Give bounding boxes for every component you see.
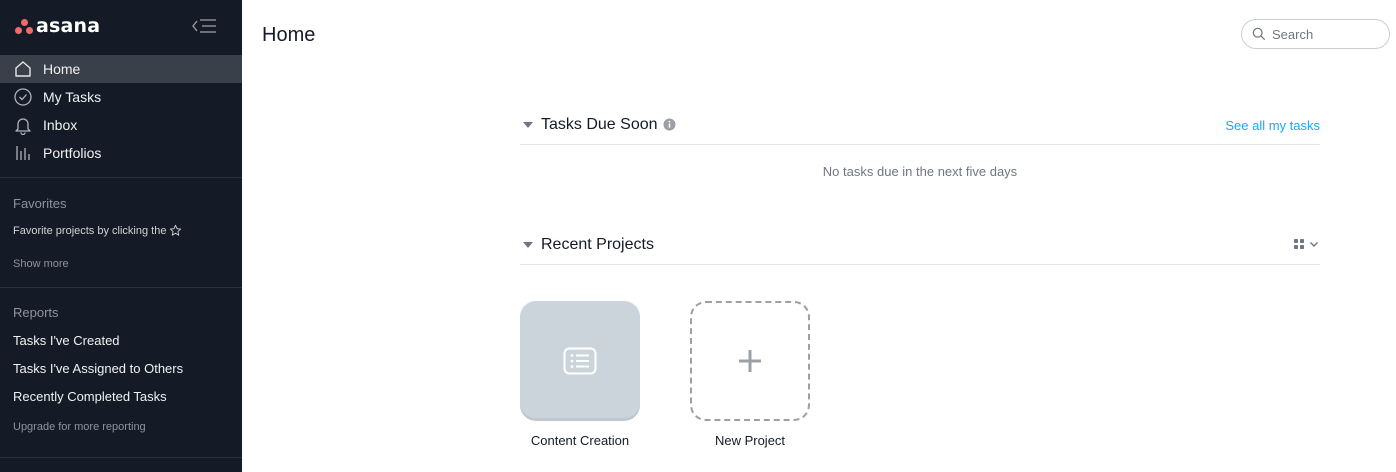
tasks-due-soon-header: Tasks Due Soon See all my tasks	[520, 105, 1320, 145]
plus-icon	[739, 350, 761, 372]
collapse-triangle-icon[interactable]	[523, 121, 533, 128]
collapse-triangle-icon[interactable]	[523, 241, 533, 248]
sidebar-item-label: Portfolios	[43, 145, 102, 161]
brand-name: asana	[36, 15, 101, 37]
section-title: Tasks Due Soon	[541, 115, 658, 133]
search-box[interactable]	[1241, 19, 1390, 49]
empty-tasks-message: No tasks due in the next five days	[822, 164, 1018, 179]
recent-projects-header: Recent Projects	[520, 225, 1320, 265]
project-name[interactable]: Content Creation	[500, 433, 660, 448]
sidebar-item-inbox[interactable]: Inbox	[0, 111, 242, 139]
sidebar-item-label: Home	[43, 61, 81, 77]
reports-heading: Reports	[13, 305, 59, 320]
report-recently-completed[interactable]: Recently Completed Tasks	[13, 389, 167, 404]
tasks-due-soon-section: Tasks Due Soon See all my tasks No tasks…	[520, 105, 1320, 179]
list-icon	[563, 347, 597, 375]
favorites-hint-text: Favorite projects by clicking the	[13, 224, 167, 237]
grid-view-icon	[1294, 239, 1304, 249]
view-toggle-button[interactable]	[1293, 238, 1320, 250]
home-icon	[13, 59, 33, 79]
bar-chart-icon	[13, 143, 33, 163]
recent-projects-section: Recent Projects	[520, 225, 1320, 265]
upgrade-reporting-link[interactable]: Upgrade for more reporting	[13, 421, 146, 433]
favorites-heading: Favorites	[13, 196, 67, 211]
asana-logo-icon	[15, 18, 33, 34]
new-project-button[interactable]	[690, 301, 810, 421]
report-tasks-created[interactable]: Tasks I've Created	[13, 333, 120, 348]
sidebar-item-my-tasks[interactable]: My Tasks	[0, 83, 242, 111]
sidebar-item-label: My Tasks	[43, 89, 102, 105]
favorites-hint: Favorite projects by clicking the	[13, 224, 182, 237]
sidebar-divider	[0, 177, 242, 178]
collapse-menu-icon	[192, 19, 216, 33]
star-icon	[169, 224, 182, 237]
new-project-label[interactable]: New Project	[670, 433, 830, 448]
section-title: Recent Projects	[541, 235, 654, 253]
project-tile-content-creation[interactable]	[520, 301, 640, 421]
sidebar-item-label: Inbox	[43, 117, 78, 133]
check-circle-icon	[13, 87, 33, 107]
info-icon[interactable]	[662, 118, 676, 131]
see-all-tasks-link[interactable]: See all my tasks	[1225, 118, 1320, 133]
asana-logo[interactable]: asana	[15, 14, 100, 38]
sidebar-item-portfolios[interactable]: Portfolios	[0, 139, 242, 167]
sidebar-nav: Home My Tasks Inbox Portfolios	[0, 55, 242, 167]
sidebar-divider	[0, 457, 242, 458]
search-input[interactable]	[1272, 26, 1382, 42]
chevron-down-icon	[1310, 242, 1318, 247]
bell-icon	[13, 115, 33, 135]
show-more-link[interactable]: Show more	[13, 258, 69, 270]
collapse-sidebar-button[interactable]	[190, 16, 218, 36]
search-icon	[1252, 27, 1266, 41]
sidebar: asana Home My Tasks Inbox Portfolios Fav…	[0, 0, 242, 472]
page-title: Home	[262, 24, 316, 46]
sidebar-divider	[0, 287, 242, 288]
sidebar-item-home[interactable]: Home	[0, 55, 242, 83]
report-tasks-assigned[interactable]: Tasks I've Assigned to Others	[13, 361, 183, 376]
